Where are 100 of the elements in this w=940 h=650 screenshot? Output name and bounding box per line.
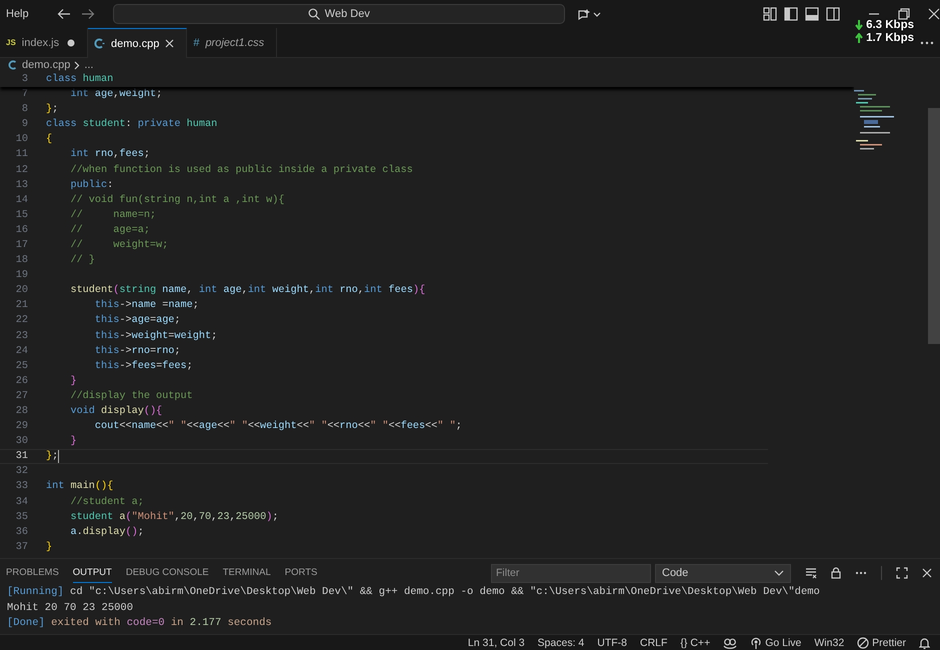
code-line[interactable]: }; (46, 451, 58, 462)
panel-toggle-icon[interactable] (805, 7, 819, 21)
status-item[interactable]: {} C++ (680, 636, 710, 648)
clear-output-icon[interactable] (805, 567, 817, 579)
panel-tab[interactable]: OUTPUT (72, 564, 112, 582)
line-number: 34 (14, 496, 29, 508)
line-number: 11 (14, 149, 29, 160)
breadcrumb-item[interactable]: ... (84, 59, 94, 71)
file-type-icon (94, 38, 105, 49)
bell-icon[interactable] (919, 636, 930, 648)
maximize-icon[interactable] (896, 567, 908, 579)
network-speed: 1.7 Kbps (866, 32, 914, 44)
code-line[interactable]: student(string name, int age,int weight,int rno,int fees){ (46, 285, 426, 296)
code-line[interactable]: void display(){ (46, 406, 162, 418)
line-number: 12 (14, 164, 29, 176)
code-line[interactable]: this->name =name; (46, 300, 199, 312)
text-cursor (58, 450, 60, 464)
more-icon[interactable] (855, 571, 867, 575)
line-number: 26 (14, 376, 29, 387)
code-line[interactable]: // } (46, 255, 95, 266)
modified-dot-icon[interactable] (67, 38, 75, 46)
status-item[interactable]: Prettier (857, 636, 906, 648)
line-number: 30 (14, 436, 29, 448)
code-line[interactable]: int age,weight; (46, 89, 162, 100)
line-number: 14 (14, 194, 29, 206)
output-line: [Running] cd "c:\Users\abirm\OneDrive\Desktop\Web Dev\" && g++ demo.cpp -o demo && "c:\Users\abirm\OneDrive\Desktop\Web Dev\"demo (7, 585, 821, 600)
split-panel-icon[interactable] (826, 7, 840, 21)
file-type-icon (8, 60, 18, 70)
code-line[interactable]: } (46, 376, 77, 387)
file-type-icon: JS (6, 38, 16, 47)
layout-icon[interactable] (763, 7, 777, 21)
code-line[interactable]: this->weight=weight; (46, 330, 218, 342)
code-line[interactable]: } (46, 436, 77, 448)
back-arrow-icon[interactable] (56, 8, 71, 20)
code-line[interactable]: public: (46, 180, 114, 191)
code-line[interactable]: this->rno=rno; (46, 346, 181, 357)
code-line[interactable]: //when function is used as public inside a private class (46, 164, 413, 176)
line-number: 10 (14, 134, 29, 146)
line-number: 37 (14, 542, 29, 553)
output-channel-dropdown[interactable]: Code (655, 564, 791, 582)
line-number: 21 (14, 300, 29, 312)
code-line[interactable]: a.display(); (46, 526, 144, 538)
editor-tab[interactable]: demo.cpp (88, 28, 188, 58)
code-line[interactable]: cout<<name<<" "<<age<<" "<<weight<<" "<<rno<<" "<<fees<<" "; (46, 421, 462, 432)
line-number: 19 (14, 270, 29, 282)
code-line[interactable]: int main(){ (46, 481, 114, 492)
file-type-icon: # (193, 36, 200, 48)
line-number: 9 (20, 119, 29, 130)
copilot-icon[interactable] (723, 636, 738, 648)
code-line[interactable]: { (46, 134, 52, 146)
search-icon (308, 8, 320, 20)
code-line[interactable]: // age=a; (46, 224, 150, 236)
editor-tab[interactable]: # project1.css (187, 28, 278, 57)
close-icon[interactable] (928, 8, 940, 20)
code-line[interactable]: this->fees=fees; (46, 360, 193, 372)
sparkle-chat-icon[interactable] (577, 8, 601, 20)
chevron-right-icon (74, 60, 80, 70)
network-speed: 6.3 Kbps (866, 19, 914, 31)
code-line[interactable]: // name=n; (46, 210, 156, 221)
code-line[interactable]: // weight=w; (46, 240, 168, 251)
status-item[interactable]: Ln 31, Col 3 (468, 636, 525, 648)
code-line[interactable]: //display the output (46, 390, 193, 402)
line-number: 28 (14, 406, 29, 418)
line-number: 16 (14, 224, 29, 236)
output-line: [Done] exited with code=0 in 2.177 seconds (7, 616, 273, 631)
more-icon[interactable] (920, 40, 934, 44)
status-item[interactable]: Spaces: 4 (538, 636, 584, 648)
close-icon[interactable] (922, 568, 932, 578)
search-box[interactable]: Web Dev (112, 4, 565, 24)
code-line[interactable]: class student: private human (46, 119, 218, 130)
code-line[interactable]: }; (46, 104, 58, 116)
lock-icon[interactable] (831, 567, 841, 579)
filter-field[interactable]: Filter (491, 564, 651, 582)
code-line[interactable]: // void fun(string n,int a ,int w){ (46, 194, 284, 206)
close-icon[interactable] (165, 39, 174, 48)
status-item[interactable]: Go Live (750, 636, 802, 648)
panel-tab[interactable]: PROBLEMS (6, 564, 59, 582)
breadcrumb-item[interactable]: demo.cpp (22, 59, 70, 71)
menu-item[interactable]: Help (4, 6, 31, 22)
status-item[interactable]: UTF-8 (597, 636, 627, 648)
code-line[interactable]: //student a; (46, 496, 144, 508)
code-line[interactable]: student a("Mohit",20,70,23,25000); (46, 512, 278, 523)
status-item[interactable]: Win32 (814, 636, 844, 648)
status-item[interactable]: CRLF (640, 636, 668, 648)
code-line[interactable]: } (46, 542, 52, 553)
code-line[interactable]: int rno,fees; (46, 149, 150, 160)
restore-icon[interactable] (898, 8, 910, 20)
line-number: 36 (14, 526, 29, 538)
line-number: 3 (20, 74, 29, 85)
panel-tab[interactable]: PORTS (284, 564, 318, 582)
code-line[interactable]: this->age=age; (46, 315, 181, 326)
line-number: 17 (14, 240, 29, 251)
panel-tab[interactable]: TERMINAL (222, 564, 271, 582)
line-number: 29 (14, 421, 29, 432)
sidebar-toggle-icon[interactable] (784, 7, 798, 21)
panel-tab[interactable]: DEBUG CONSOLE (126, 564, 209, 582)
forward-arrow-icon[interactable] (80, 8, 95, 20)
code-line[interactable]: class human (46, 74, 114, 85)
scrollbar-thumb[interactable] (928, 108, 940, 344)
line-number: 13 (14, 180, 29, 191)
